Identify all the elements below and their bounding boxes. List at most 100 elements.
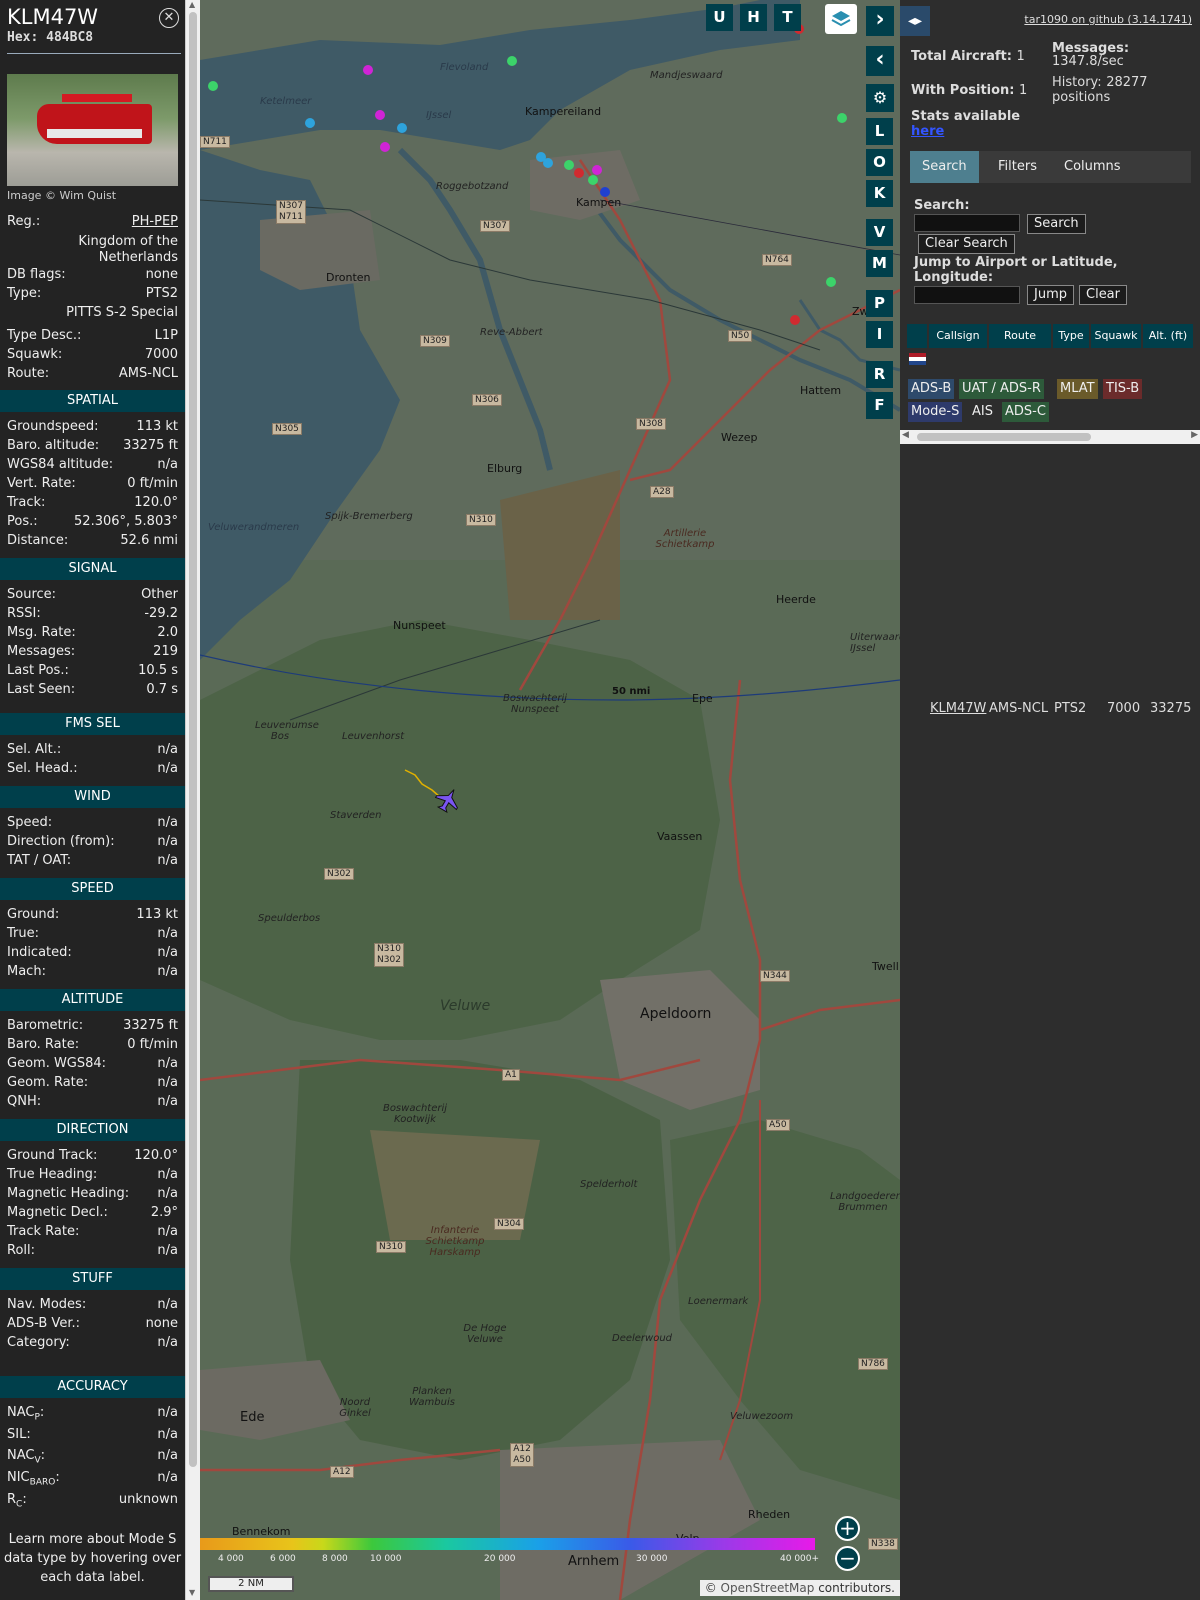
table-row[interactable]: KLM47W AMS-NCL PTS2 7000 33275 [907,350,1200,716]
tab-search[interactable]: Search [910,151,979,183]
place-loenermark: Loenermark [688,1296,749,1307]
settings-gear-icon[interactable]: ⚙ [866,84,894,112]
direction-value: 2.9° [150,1205,178,1220]
zoom-in-icon[interactable]: + [835,1516,860,1541]
map-button-i[interactable]: I [866,321,893,348]
signal-label: Last Pos.: [7,663,69,678]
sil-value: n/a [157,1427,178,1442]
scroll-right-icon[interactable]: ▶ [1191,430,1198,440]
attribution-link[interactable]: OpenStreetMap [721,1581,815,1595]
aircraft-marker[interactable] [592,165,602,175]
scroll-left-icon[interactable]: ◀ [902,430,909,440]
direction-label: Track Rate: [7,1224,80,1239]
tab-columns[interactable]: Columns [1052,151,1133,183]
scroll-down-icon[interactable]: ▼ [189,1588,195,1597]
map-button-o[interactable]: O [866,149,893,176]
flag-column-header[interactable] [907,324,927,348]
map-button-v[interactable]: V [866,219,893,246]
column-type[interactable]: Type [1053,324,1089,348]
scroll-up-icon[interactable]: ▲ [189,0,195,9]
tab-filters[interactable]: Filters [986,151,1049,183]
table-horizontal-scrollbar[interactable]: ◀ ▶ [900,430,1200,444]
reg-link[interactable]: PH-PEP [132,212,178,231]
aircraft-marker[interactable] [826,277,836,287]
close-icon[interactable]: ✕ [159,8,179,28]
hscroll-thumb[interactable] [917,433,1091,441]
fms-label: Sel. Alt.: [7,742,62,757]
search-input[interactable] [914,214,1020,232]
place-epe: Epe [692,692,713,705]
chip-modes[interactable]: Mode-S [908,402,963,422]
altitude-label: Baro. Rate: [7,1037,80,1052]
chip-ais[interactable]: AIS [969,402,996,422]
spatial-label: Pos.: [7,514,38,529]
map-button-t[interactable]: T [774,4,801,31]
chevron-left-icon[interactable]: ‹ [866,46,894,76]
column-altitude[interactable]: Alt. (ft) [1143,324,1193,348]
total-aircraft-label: Total Aircraft: [911,49,1012,64]
map-button-l[interactable]: L [866,118,893,145]
jump-input[interactable] [914,286,1020,304]
column-squawk[interactable]: Squawk [1091,324,1141,348]
spatial-label: Vert. Rate: [7,476,76,491]
wind-label: Direction (from): [7,834,115,849]
aircraft-icon[interactable] [432,784,464,816]
hex-code: Hex: 484BC8 [7,30,94,45]
aircraft-marker[interactable] [363,65,373,75]
search-label: Search: [914,198,970,213]
zoom-out-icon[interactable]: − [835,1546,860,1571]
spatial-row: Groundspeed: 113 kt [7,417,178,436]
aircraft-photo[interactable] [7,74,178,186]
aircraft-marker[interactable] [543,158,553,168]
github-link[interactable]: tar1090 on github (3.14.1741) [1024,13,1192,26]
photo-lower-wing [47,129,142,138]
aircraft-marker[interactable] [574,168,584,178]
spatial-value: n/a [157,457,178,472]
stats-link[interactable]: here [911,124,944,139]
column-route[interactable]: Route [989,324,1051,348]
chip-adsc[interactable]: ADS-C [1002,402,1049,422]
aircraft-marker[interactable] [564,160,574,170]
map-button-h[interactable]: H [740,4,767,31]
aircraft-marker[interactable] [208,81,218,91]
aircraft-marker[interactable] [397,123,407,133]
chip-uat[interactable]: UAT / ADS-R [959,379,1044,399]
aircraft-marker[interactable] [375,110,385,120]
stuff-row: Nav. Modes: n/a [7,1295,178,1314]
search-button[interactable]: Search [1027,214,1086,234]
place-veluwezoom: Veluwezoom [730,1411,794,1422]
aircraft-info-panel: KLM47W Hex: 484BC8 ✕ Image © Wim Quist R… [0,0,185,1600]
map-button-f[interactable]: F [866,392,893,419]
map-button-k[interactable]: K [866,180,893,207]
clear-button[interactable]: Clear [1079,285,1127,305]
jump-button[interactable]: Jump [1027,285,1074,305]
column-callsign[interactable]: Callsign [929,324,987,348]
aircraft-marker[interactable] [588,175,598,185]
aircraft-marker[interactable] [790,315,800,325]
row-callsign[interactable]: KLM47W [930,700,986,718]
aircraft-marker[interactable] [305,118,315,128]
clear-search-button[interactable]: Clear Search [918,234,1015,254]
aircraft-marker[interactable] [507,56,517,66]
aircraft-marker[interactable] [380,142,390,152]
chevron-right-icon[interactable]: › [866,6,894,36]
map-button-p[interactable]: P [866,290,893,317]
aircraft-marker[interactable] [837,113,847,123]
map-button-r[interactable]: R [866,361,893,388]
layers-icon[interactable] [825,4,857,34]
chip-mlat[interactable]: MLAT [1057,379,1098,399]
expand-collapse-icon[interactable]: ◂▸ [900,6,930,36]
fms-value: n/a [157,761,178,776]
map-button-u[interactable]: U [706,4,733,31]
chip-tisb[interactable]: TIS-B [1103,379,1143,399]
scrollbar-thumb[interactable] [189,12,197,1467]
direction-label: Ground Track: [7,1148,98,1163]
attribution-prefix: © [704,1581,721,1595]
chip-adsb[interactable]: ADS-B [908,379,955,399]
signal-value: 10.5 s [138,663,178,678]
typedesc-value: L1P [154,328,178,343]
signal-label: Source: [7,587,57,602]
map-view[interactable]: Kampereiland Kampen Dronten Elburg Wezep… [200,0,900,1600]
map-button-m[interactable]: M [866,250,893,277]
panel-scrollbar[interactable]: ▲ ▼ [185,0,200,1600]
